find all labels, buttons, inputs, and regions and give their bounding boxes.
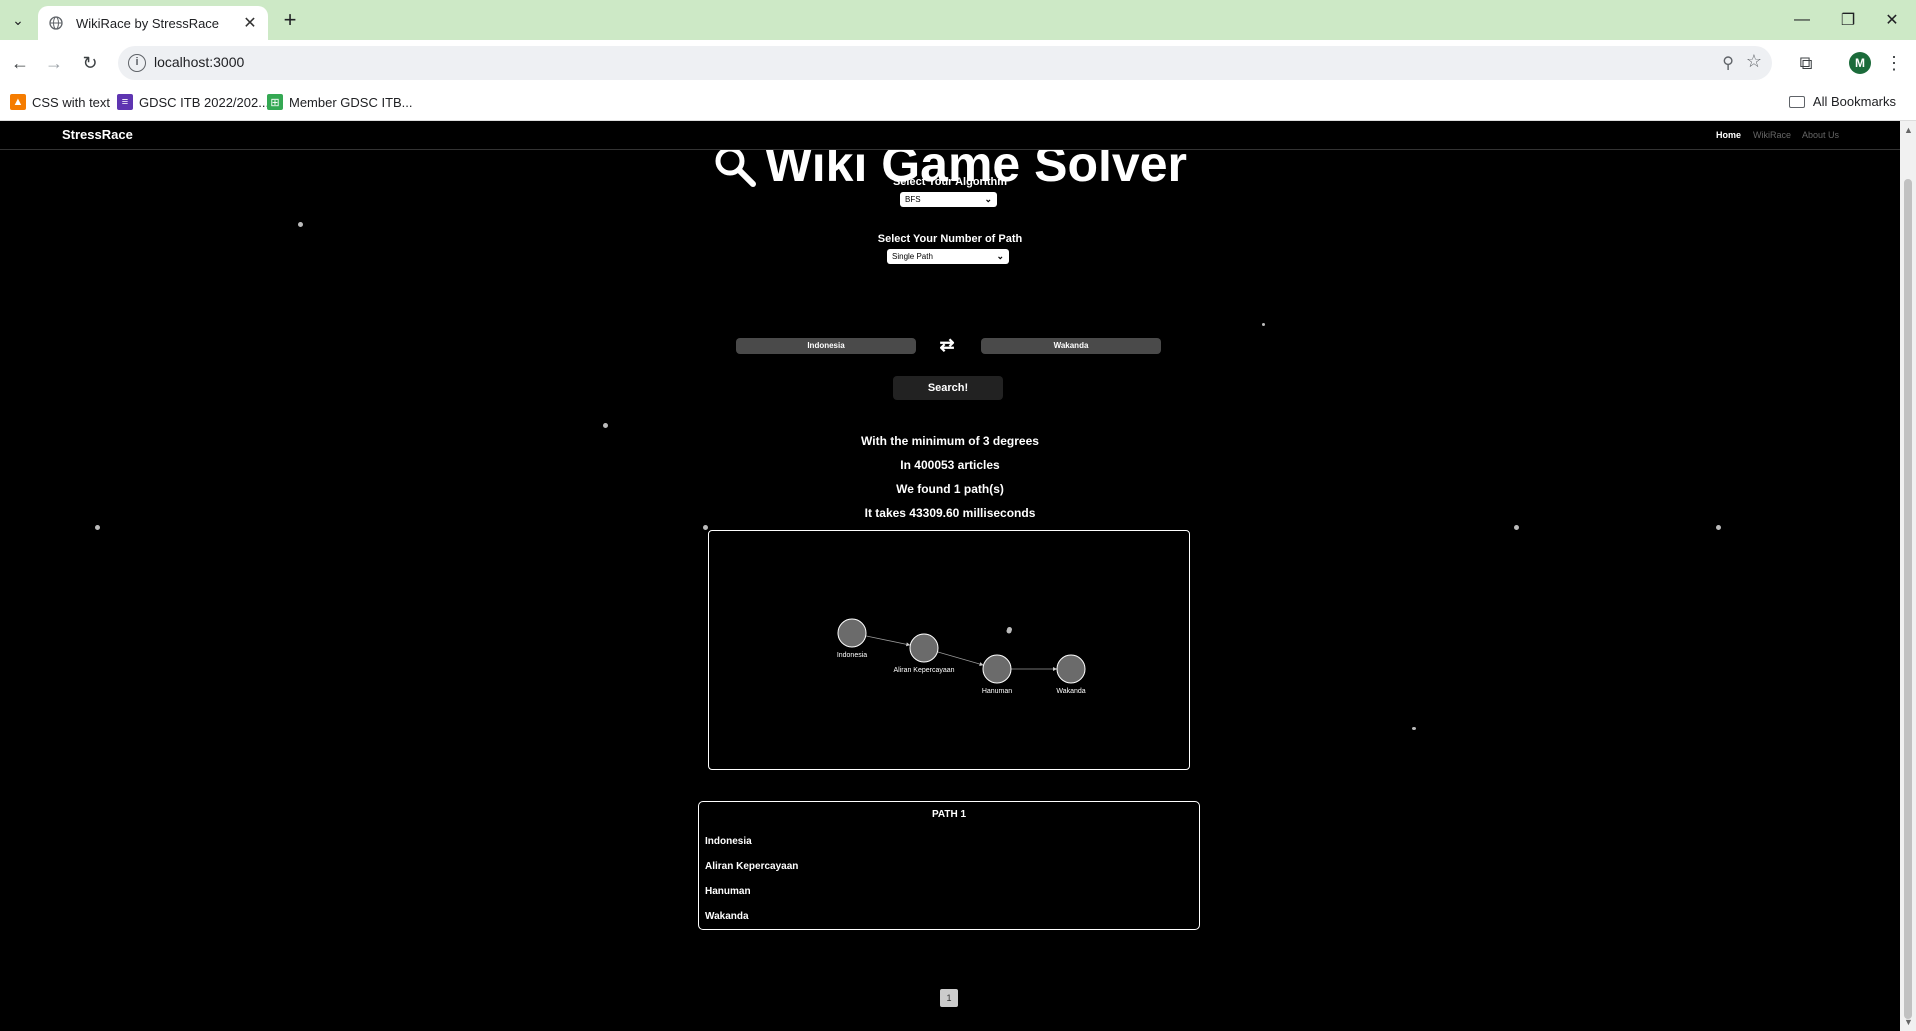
sheets-icon: ⊞ <box>267 94 283 110</box>
bookmark-css-with-text[interactable]: ▲ CSS with text <box>10 94 110 110</box>
background-particle <box>1716 525 1721 530</box>
path-graph[interactable]: Indonesia Aliran Kepercayaan Hanuman Wakand… <box>709 531 1189 769</box>
path-item: Wakanda <box>705 911 749 922</box>
background-particle <box>603 423 608 428</box>
pagination-page-button[interactable]: 1 <box>940 989 958 1007</box>
tab-close-icon[interactable]: ✕ <box>240 13 260 33</box>
swap-arrows-icon[interactable]: ⇄ <box>935 335 959 355</box>
site-brand[interactable]: StressRace <box>62 127 133 142</box>
graph-edge <box>937 651 984 666</box>
bookmark-member-gdsc[interactable]: ⊞ Member GDSC ITB... <box>267 94 413 110</box>
tab-title: WikiRace by StressRace <box>76 15 220 31</box>
page-scrollbar[interactable]: ▲ ▼ <box>1900 121 1916 1031</box>
bookmark-star-icon[interactable]: ☆ <box>1746 51 1762 72</box>
paths-found-text: We found 1 path(s) <box>896 482 1004 496</box>
url-text: localhost:3000 <box>154 54 245 70</box>
graph-node[interactable] <box>1056 654 1086 684</box>
graph-edge <box>865 635 911 647</box>
address-bar[interactable]: i localhost:3000 ⚲ ☆ <box>118 46 1772 80</box>
forms-icon: ≡ <box>117 94 133 110</box>
all-bookmarks-button[interactable]: All Bookmarks <box>1788 94 1896 109</box>
background-particle <box>703 525 708 530</box>
path-count-select[interactable]: Single Path ⌄ <box>887 249 1009 264</box>
globe-icon <box>48 15 64 31</box>
tab-search-chevron-icon[interactable]: ⌄ <box>8 10 28 30</box>
site-navbar: StressRace Home WikiRace About Us <box>0 121 1900 150</box>
background-particle <box>1262 323 1265 326</box>
graph-node-label: Indonesia <box>837 652 867 659</box>
nav-about-us[interactable]: About Us <box>1802 130 1839 140</box>
minimize-icon[interactable]: — <box>1788 8 1816 32</box>
path-title: PATH 1 <box>931 809 967 820</box>
bookmark-label: Member GDSC ITB... <box>289 94 413 110</box>
path-count-label: Select Your Number of Path <box>877 233 1023 245</box>
profile-avatar[interactable]: M <box>1849 52 1871 74</box>
graph-node[interactable] <box>837 618 867 648</box>
duration-text: It takes 43309.60 milliseconds <box>864 506 1036 520</box>
bookmarks-bar: ▲ CSS with text ≡ GDSC ITB 2022/202... ⊞… <box>0 86 1916 121</box>
bookmark-label: GDSC ITB 2022/202... <box>139 94 270 110</box>
graph-node[interactable] <box>909 633 939 663</box>
bookmark-gdsc-itb[interactable]: ≡ GDSC ITB 2022/202... <box>117 94 269 110</box>
scroll-up-arrow-icon[interactable]: ▲ <box>1904 125 1913 135</box>
algorithm-select[interactable]: BFS ⌄ <box>900 192 997 207</box>
browser-tab[interactable]: WikiRace by StressRace ✕ <box>38 6 268 40</box>
site-info-icon[interactable]: i <box>128 54 146 72</box>
graph-node-label: Wakanda <box>1056 688 1085 695</box>
back-arrow-icon[interactable]: ← <box>8 51 32 75</box>
background-particle <box>1007 627 1012 632</box>
scrollbar-thumb[interactable] <box>1904 179 1912 1019</box>
flame-icon: ▲ <box>10 94 26 110</box>
source-article-input[interactable]: Indonesia <box>736 338 916 354</box>
scroll-down-arrow-icon[interactable]: ▼ <box>1904 1017 1913 1027</box>
chevron-down-icon: ⌄ <box>996 251 1004 261</box>
path-list-card: PATH 1 Indonesia Aliran Kepercayaan Hanu… <box>698 801 1200 930</box>
bookmark-label: CSS with text <box>32 94 111 110</box>
forward-arrow-icon[interactable]: → <box>42 51 66 75</box>
nav-wikirace[interactable]: WikiRace <box>1753 130 1791 140</box>
graph-node-label: Aliran Kepercayaan <box>893 667 954 674</box>
background-particle <box>298 222 303 227</box>
search-button[interactable]: Search! <box>893 376 1003 400</box>
target-article-input[interactable]: Wakanda <box>981 338 1161 354</box>
graph-node[interactable] <box>982 654 1012 684</box>
graph-node-label: Hanuman <box>982 688 1012 695</box>
reload-icon[interactable]: ↻ <box>78 51 102 75</box>
chevron-down-icon: ⌄ <box>984 194 992 204</box>
background-particle <box>1412 727 1416 730</box>
folder-icon <box>1788 95 1805 108</box>
articles-text: In 400053 articles <box>900 458 1000 472</box>
path-graph-container[interactable]: Indonesia Aliran Kepercayaan Hanuman Wakand… <box>708 530 1190 770</box>
zoom-icon[interactable]: ⚲ <box>1722 53 1734 73</box>
algorithm-select-value: BFS <box>905 195 921 204</box>
path-item: Indonesia <box>705 836 752 847</box>
window-close-icon[interactable]: ✕ <box>1878 8 1906 32</box>
path-item: Aliran Kepercayaan <box>705 861 799 872</box>
browser-menu-icon[interactable]: ⋮ <box>1884 51 1904 75</box>
background-particle <box>1514 525 1519 530</box>
extensions-puzzle-icon[interactable]: ⧉ <box>1794 51 1818 75</box>
new-tab-icon[interactable]: + <box>278 7 302 32</box>
nav-home[interactable]: Home <box>1716 130 1741 140</box>
background-particle <box>95 525 100 530</box>
restore-icon[interactable]: ❐ <box>1834 8 1862 32</box>
all-bookmarks-label: All Bookmarks <box>1812 94 1896 109</box>
path-count-select-value: Single Path <box>892 252 933 261</box>
page-viewport: StressRace Home WikiRace About Us Wiki G… <box>0 121 1900 1031</box>
browser-tab-strip: ⌄ WikiRace by StressRace ✕ + — ❐ ✕ <box>0 0 1916 40</box>
degrees-text: With the minimum of 3 degrees <box>861 434 1039 448</box>
browser-toolbar: ← → ↻ i localhost:3000 ⚲ ☆ <box>0 40 1916 86</box>
path-item: Hanuman <box>705 886 751 897</box>
